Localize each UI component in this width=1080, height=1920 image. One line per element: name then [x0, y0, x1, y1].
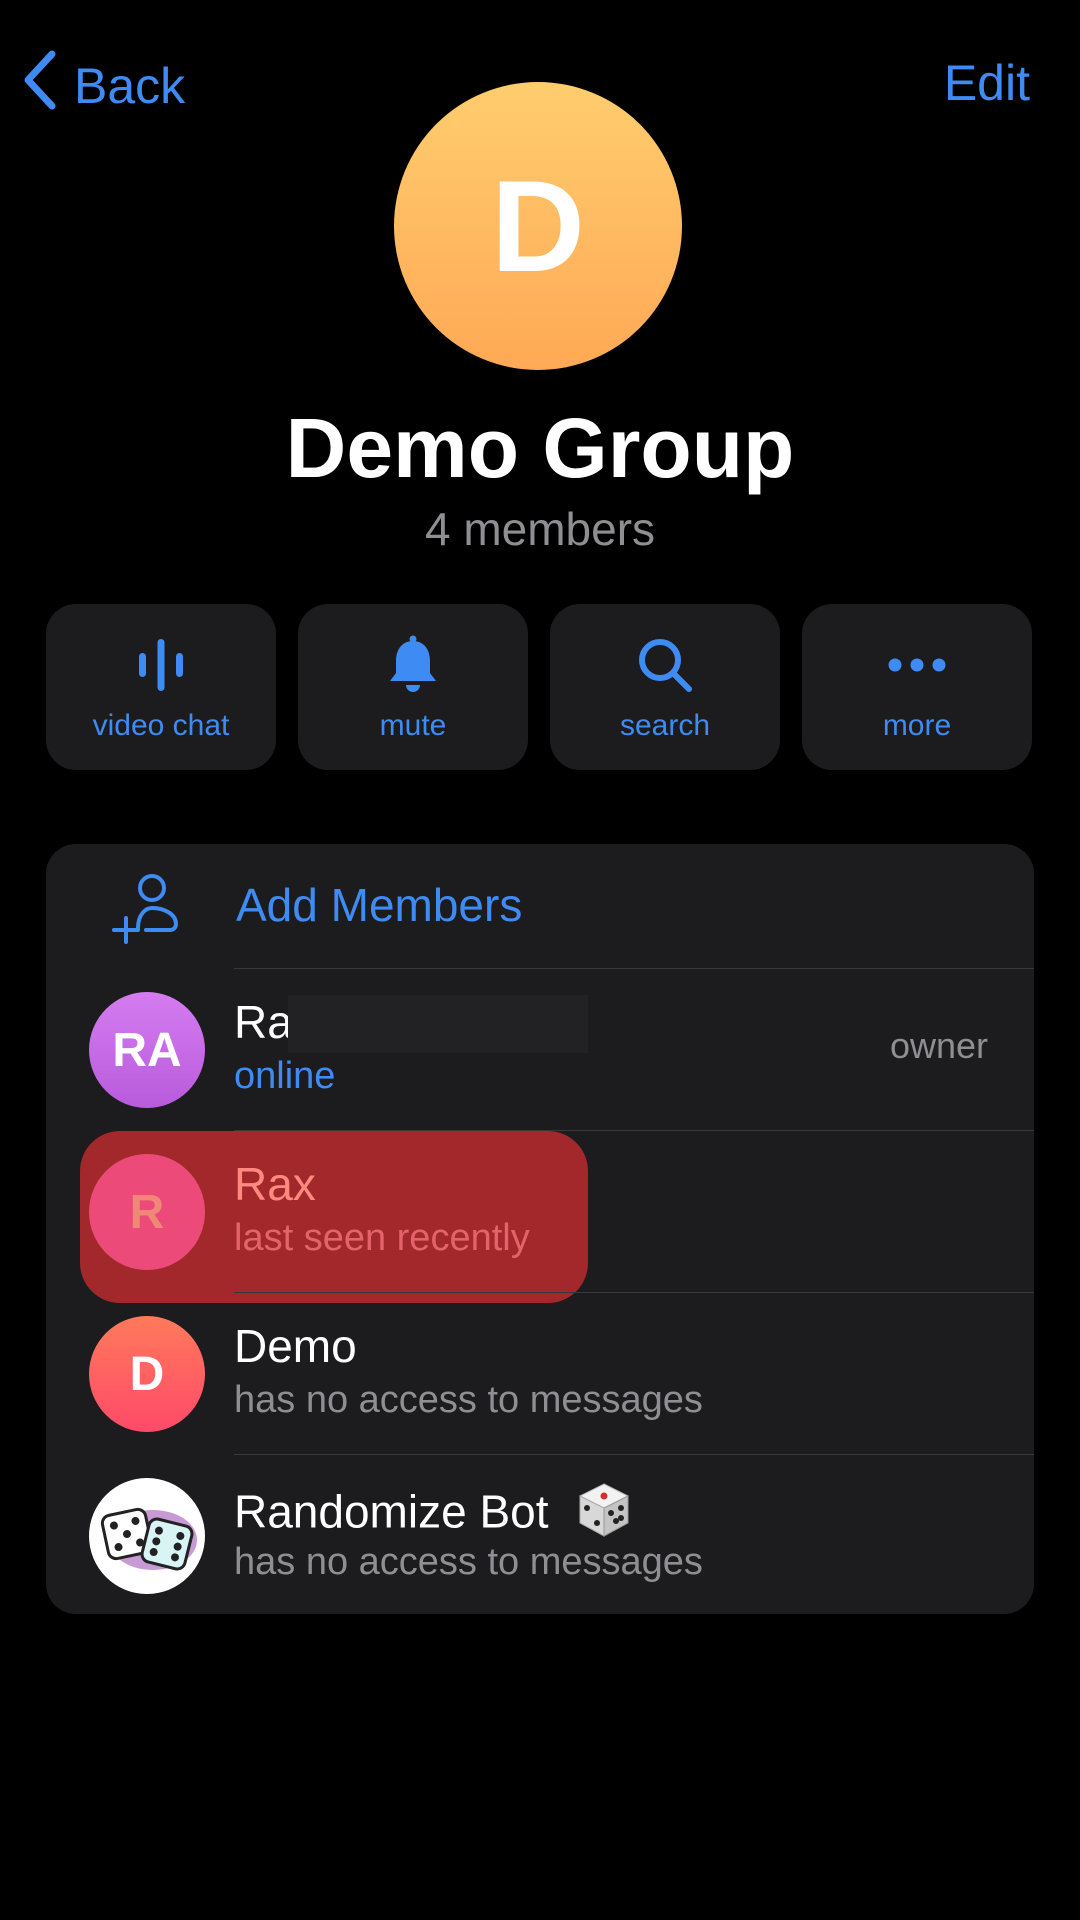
avatar: R: [89, 1154, 205, 1270]
more-label: more: [882, 709, 952, 742]
member-role-badge: owner: [889, 1025, 988, 1066]
member-row-randomize-bot[interactable]: Randomize Bot has no access to messages: [46, 1455, 1034, 1614]
member-name: Randomize Bot: [234, 1485, 549, 1538]
voice-wave-icon: [127, 631, 195, 699]
dice-avatar-icon: [89, 1478, 205, 1594]
member-row-demo[interactable]: D Demo has no access to messages: [46, 1293, 1034, 1454]
video-chat-label: video chat: [92, 709, 230, 742]
member-status: has no access to messages: [234, 1379, 703, 1421]
member-name: Ra: [234, 996, 293, 1048]
member-count: 4 members: [424, 503, 656, 555]
bell-icon: [379, 631, 447, 699]
member-status: online: [234, 1055, 336, 1097]
member-row-rax[interactable]: R Rax last seen recently: [46, 1131, 1034, 1303]
search-icon: [631, 631, 699, 699]
add-members-label: Add Members: [236, 879, 523, 931]
avatar: RA: [89, 992, 205, 1108]
redacted-name-block: [288, 995, 588, 1053]
add-members-button[interactable]: Add Members: [46, 844, 1034, 968]
members-list: Add Members RA Ra online owner R Rax las…: [46, 844, 1034, 1614]
member-name-wrap: Randomize Bot: [234, 1481, 633, 1550]
chevron-left-icon: [20, 48, 60, 124]
group-info-screen: Back Edit D Demo Group 4 members video c…: [0, 0, 1080, 1920]
search-button[interactable]: search: [550, 604, 780, 770]
search-label: search: [619, 709, 711, 742]
video-chat-button[interactable]: video chat: [46, 604, 276, 770]
add-person-icon: [110, 870, 188, 948]
mute-button[interactable]: mute: [298, 604, 528, 770]
back-label: Back: [74, 58, 186, 114]
mute-label: mute: [379, 709, 447, 742]
group-title: Demo Group: [285, 401, 795, 495]
member-status: has no access to messages: [234, 1541, 703, 1583]
member-row-ra[interactable]: RA Ra online owner: [46, 969, 1034, 1130]
more-button[interactable]: more: [802, 604, 1032, 770]
edit-button[interactable]: Edit: [944, 54, 1030, 112]
group-avatar[interactable]: D: [394, 82, 682, 370]
member-name: Demo: [234, 1320, 357, 1372]
back-button[interactable]: Back: [20, 48, 185, 124]
avatar: D: [89, 1316, 205, 1432]
dice-icon: [575, 1481, 633, 1550]
member-name: Rax: [234, 1158, 316, 1210]
more-dots-icon: [883, 631, 951, 699]
member-status: last seen recently: [234, 1217, 530, 1259]
action-buttons: video chat mute search more: [46, 604, 1032, 770]
